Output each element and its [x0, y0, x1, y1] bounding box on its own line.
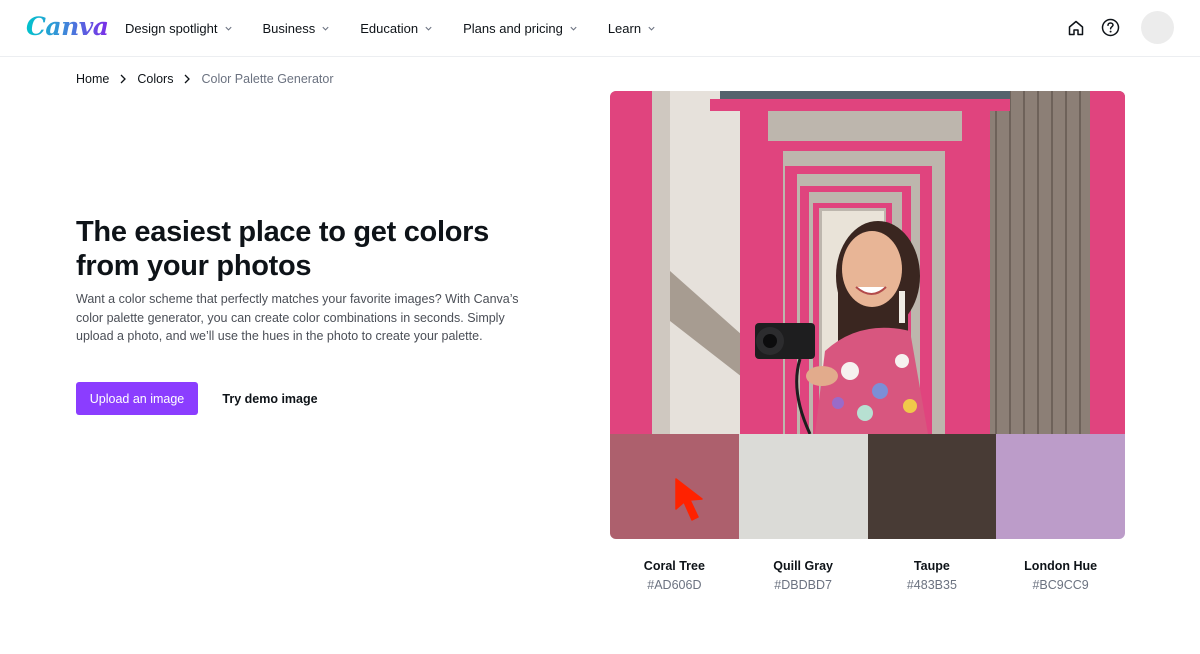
palette-label: Coral Tree #AD606D — [610, 559, 739, 592]
color-hex[interactable]: #BC9CC9 — [996, 578, 1125, 592]
breadcrumb-current: Color Palette Generator — [201, 72, 334, 86]
color-name: Coral Tree — [643, 559, 705, 573]
swatch-coral-tree[interactable] — [610, 434, 739, 539]
chevron-down-icon — [425, 26, 432, 31]
header-actions — [1065, 11, 1174, 44]
palette-label: Taupe #483B35 — [868, 559, 997, 592]
palette-label: Quill Gray #DBDBD7 — [739, 559, 868, 592]
color-hex[interactable]: #AD606D — [610, 578, 739, 592]
color-name: London Hue — [1024, 559, 1098, 573]
palette-labels: Coral Tree #AD606D Quill Gray #DBDBD7 Ta… — [610, 559, 1125, 592]
top-navigation: Canva Design spotlight Business Educatio… — [0, 0, 1200, 57]
cursor-arrow-icon — [675, 478, 703, 521]
color-name: Quill Gray — [773, 559, 833, 573]
page-description: Want a color scheme that perfectly match… — [76, 292, 519, 343]
palette-preview-card — [610, 91, 1125, 539]
nav-label: Plans and pricing — [463, 20, 563, 36]
nav-label: Learn — [607, 20, 642, 36]
nav-learn[interactable]: Learn — [608, 18, 656, 38]
main-nav: Design spotlight Business Education Plan… — [125, 18, 686, 38]
chevron-down-icon — [224, 26, 232, 31]
try-demo-image-button[interactable]: Try demo image — [214, 382, 326, 415]
title-line-2: from your photos — [76, 250, 312, 282]
swatch-quill-gray[interactable] — [738, 434, 868, 539]
upload-image-button[interactable]: Upload an image — [76, 382, 198, 415]
help-icon — [1101, 18, 1119, 37]
nav-plans-and-pricing[interactable]: Plans and pricing — [463, 18, 578, 38]
home-button[interactable] — [1065, 17, 1087, 39]
demo-photo — [610, 91, 1125, 434]
breadcrumb-home[interactable]: Home — [76, 72, 109, 86]
canva-logo[interactable]: Canva — [26, 12, 109, 41]
title-line-1: The easiest place to get colors — [76, 216, 489, 248]
chevron-down-icon — [570, 26, 577, 31]
home-icon — [1068, 20, 1084, 35]
page-title: The easiest place to get colors from you… — [76, 215, 556, 283]
nav-label: Education — [360, 20, 419, 36]
color-hex[interactable]: #483B35 — [868, 578, 997, 592]
nav-business[interactable]: Business — [263, 18, 331, 38]
chevron-down-icon — [648, 26, 655, 31]
nav-education[interactable]: Education — [360, 18, 433, 38]
nav-label: Design spotlight — [125, 20, 218, 36]
breadcrumb: Home Colors Color Palette Generator — [76, 72, 333, 86]
nav-design-spotlight[interactable]: Design spotlight — [125, 18, 233, 38]
color-hex[interactable]: #DBDBD7 — [739, 578, 868, 592]
nav-label: Business — [262, 20, 316, 36]
palette-swatches — [610, 434, 1125, 539]
chevron-right-icon — [185, 74, 191, 84]
breadcrumb-colors[interactable]: Colors — [137, 72, 173, 86]
swatch-london-hue[interactable] — [996, 434, 1125, 539]
color-name: Taupe — [913, 559, 950, 573]
help-button[interactable] — [1099, 17, 1121, 39]
chevron-down-icon — [322, 26, 329, 31]
user-avatar[interactable] — [1141, 11, 1174, 44]
palette-label: London Hue #BC9CC9 — [996, 559, 1125, 592]
swatch-taupe[interactable] — [867, 434, 997, 539]
chevron-right-icon — [120, 74, 127, 84]
demo-photo-illustration — [610, 91, 1125, 434]
